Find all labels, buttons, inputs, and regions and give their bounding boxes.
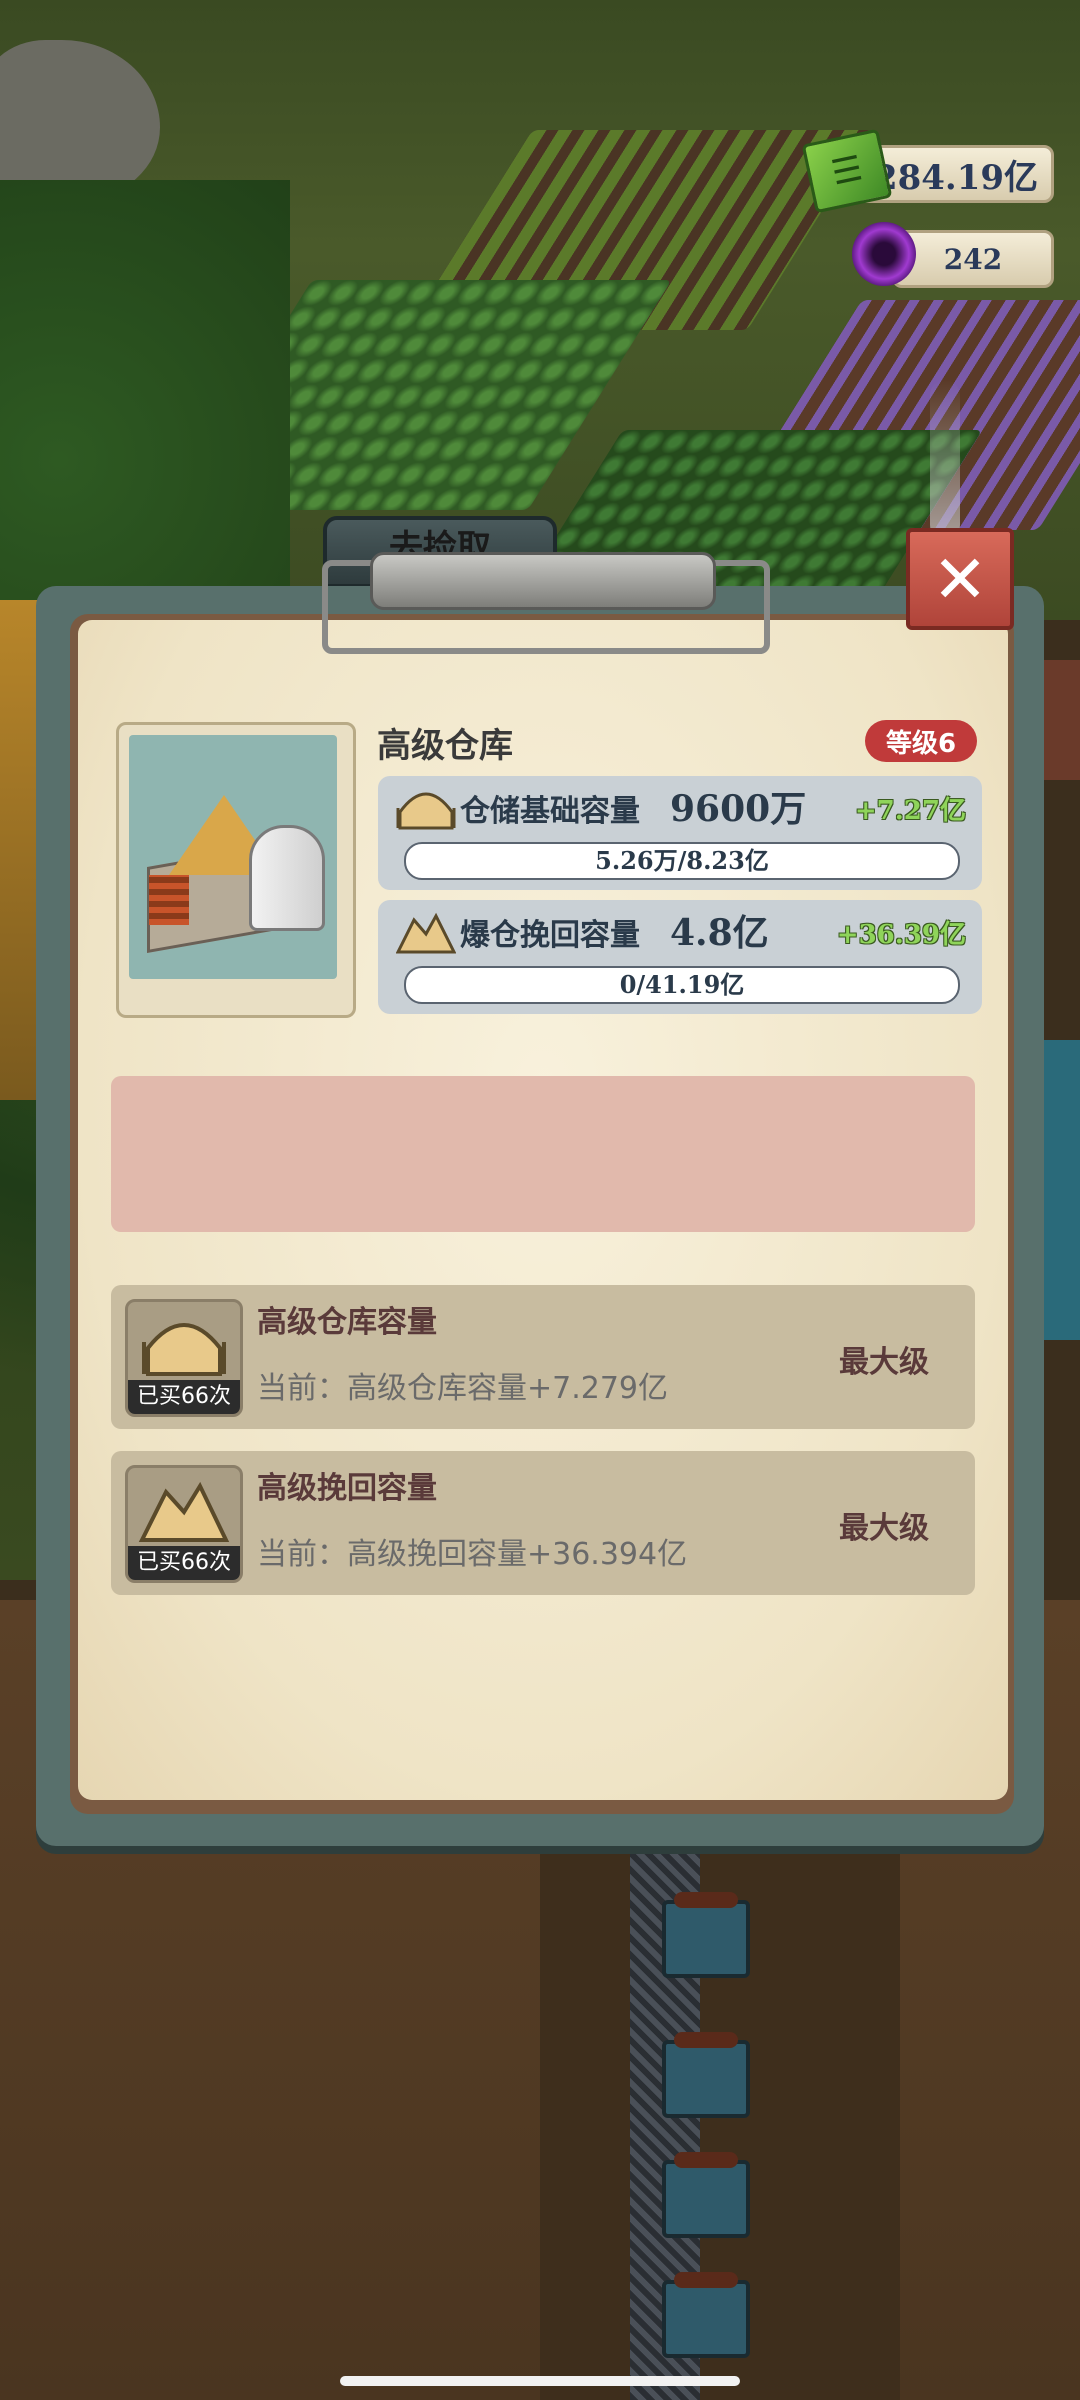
close-icon: ✕ bbox=[932, 540, 988, 618]
recovery-capacity-stat: 爆仓挽回容量 4.8亿 +36.39亿 0/41.19亿 bbox=[378, 900, 982, 1014]
ore-bucket bbox=[662, 1892, 750, 1978]
storage-capacity-stat: 仓储基础容量 9600万 +7.27亿 5.26万/8.23亿 bbox=[378, 776, 982, 890]
stat-value: 4.8亿 bbox=[670, 912, 769, 954]
dark-gem-icon bbox=[852, 222, 916, 286]
building-decoration bbox=[1040, 660, 1080, 780]
gem-counter[interactable]: 242 bbox=[892, 230, 1054, 288]
warehouse-stairs bbox=[149, 875, 189, 925]
close-button[interactable]: ✕ bbox=[906, 528, 1014, 630]
warehouse-image bbox=[129, 735, 337, 979]
upgrade-description: 当前：高级挽回容量+36.394亿 bbox=[257, 1537, 688, 1572]
stat-bonus: +7.27亿 bbox=[854, 796, 966, 826]
stat-label: 仓储基础容量 bbox=[460, 794, 640, 829]
purchase-count-badge: 已买66次 bbox=[128, 1546, 240, 1580]
storage-progress-bar: 5.26万/8.23亿 bbox=[404, 842, 960, 880]
upgrade-row-recovery-capacity[interactable]: 已买66次 高级挽回容量 当前：高级挽回容量+36.394亿 最大级 bbox=[111, 1451, 975, 1595]
info-banner bbox=[111, 1076, 975, 1232]
storage-tank bbox=[249, 825, 325, 931]
upgrade-title: 高级挽回容量 bbox=[257, 1471, 437, 1506]
home-indicator[interactable] bbox=[340, 2376, 740, 2386]
recovery-capacity-icon bbox=[396, 912, 456, 954]
ore-bucket bbox=[662, 2152, 750, 2238]
upgrade-row-warehouse-capacity[interactable]: 已买66次 高级仓库容量 当前：高级仓库容量+7.279亿 最大级 bbox=[111, 1285, 975, 1429]
progress-text: 0/41.19亿 bbox=[619, 970, 745, 999]
smoke-decoration bbox=[930, 380, 960, 540]
stat-value: 9600万 bbox=[670, 788, 807, 830]
upgrade-icon: 已买66次 bbox=[125, 1299, 243, 1417]
max-level-label: 最大级 bbox=[839, 1345, 929, 1380]
warehouse-capacity-icon bbox=[396, 792, 456, 830]
clipboard-clip bbox=[370, 552, 716, 610]
ore-bucket bbox=[662, 2032, 750, 2118]
upgrade-description: 当前：高级仓库容量+7.279亿 bbox=[257, 1371, 669, 1406]
warehouse-capacity-icon bbox=[142, 1323, 226, 1376]
level-badge: 等级6 bbox=[865, 720, 977, 762]
progress-text: 5.26万/8.23亿 bbox=[595, 846, 769, 875]
ore-bucket bbox=[662, 2272, 750, 2358]
purchase-count-badge: 已买66次 bbox=[128, 1380, 240, 1414]
stat-bonus: +36.39亿 bbox=[836, 920, 966, 950]
stat-label: 爆仓挽回容量 bbox=[460, 918, 640, 953]
recovery-capacity-icon bbox=[138, 1481, 230, 1542]
recovery-progress-bar: 0/41.19亿 bbox=[404, 966, 960, 1004]
upgrade-title: 高级仓库容量 bbox=[257, 1305, 437, 1340]
upgrade-icon: 已买66次 bbox=[125, 1465, 243, 1583]
building-title: 高级仓库 bbox=[377, 726, 513, 766]
max-level-label: 最大级 bbox=[839, 1511, 929, 1546]
